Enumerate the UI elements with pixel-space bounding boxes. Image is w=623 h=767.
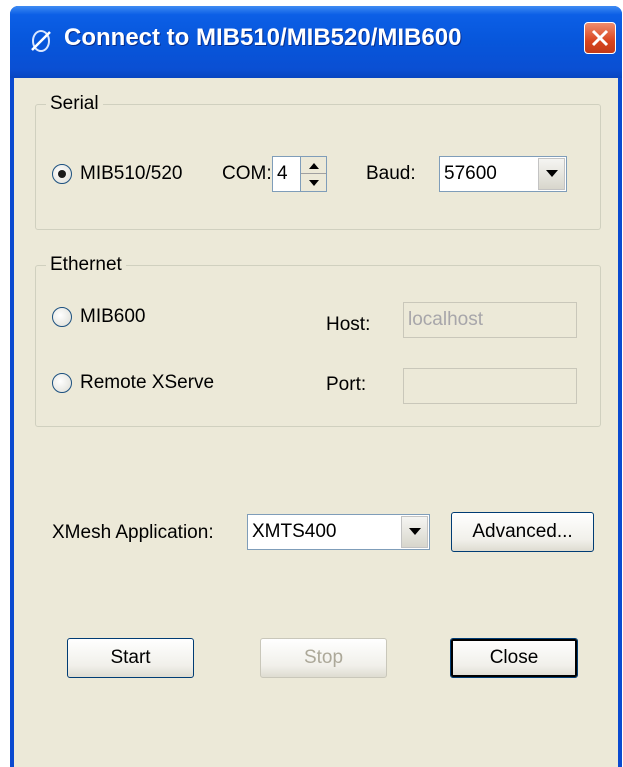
dialog-client-area: Serial MIB510/520 COM: 4 Baud: 57600 Eth… <box>14 78 618 767</box>
baud-rate-value: 57600 <box>444 163 497 184</box>
close-window-button[interactable] <box>584 22 616 54</box>
ethernet-mib600-radio[interactable] <box>52 307 72 327</box>
baud-label: Baud: <box>366 163 416 184</box>
spinner-up-button[interactable] <box>301 157 326 174</box>
serial-group-label: Serial <box>46 93 103 115</box>
ethernet-remote-xserve-radio[interactable] <box>52 373 72 393</box>
com-label: COM: <box>222 163 272 184</box>
remote-xserve-label: Remote XServe <box>80 372 215 393</box>
serial-groupbox: Serial MIB510/520 COM: 4 Baud: 57600 <box>35 93 601 230</box>
chevron-down-icon <box>546 170 558 177</box>
xmesh-application-select[interactable]: XMTS400 <box>247 514 430 550</box>
serial-mib510-label: MIB510/520 <box>80 163 183 184</box>
title-bar[interactable]: Connect to MIB510/MIB520/MIB600 <box>10 6 622 78</box>
ethernet-mib600-label: MIB600 <box>80 306 146 327</box>
chevron-down-icon <box>409 528 421 535</box>
port-input[interactable] <box>403 368 577 404</box>
serial-mib510-radio[interactable] <box>52 164 72 184</box>
close-button[interactable]: Close <box>450 638 578 678</box>
port-label: Port: <box>326 374 367 395</box>
baud-rate-select[interactable]: 57600 <box>439 156 567 192</box>
xmesh-dropdown-button[interactable] <box>401 516 428 548</box>
close-icon <box>591 29 609 47</box>
window-title: Connect to MIB510/MIB520/MIB600 <box>64 24 462 51</box>
com-port-spinner[interactable] <box>300 156 327 192</box>
advanced-button[interactable]: Advanced... <box>451 512 594 552</box>
stop-button[interactable]: Stop <box>260 638 387 678</box>
xmesh-application-label: XMesh Application: <box>52 522 214 543</box>
ethernet-groupbox: Ethernet MIB600 Host: localhost Remote X… <box>35 254 601 427</box>
arrow-up-icon <box>309 163 319 169</box>
host-label: Host: <box>326 314 371 335</box>
connect-dialog-window: Connect to MIB510/MIB520/MIB600 Serial M… <box>10 6 622 767</box>
ethernet-group-label: Ethernet <box>46 254 126 276</box>
arrow-down-icon <box>309 180 319 186</box>
start-button[interactable]: Start <box>67 638 194 678</box>
host-input[interactable]: localhost <box>403 302 577 338</box>
xmesh-application-value: XMTS400 <box>252 521 337 542</box>
baud-dropdown-button[interactable] <box>538 158 565 190</box>
spinner-down-button[interactable] <box>301 174 326 191</box>
probe-icon <box>28 28 54 54</box>
com-port-input[interactable]: 4 <box>272 156 301 192</box>
